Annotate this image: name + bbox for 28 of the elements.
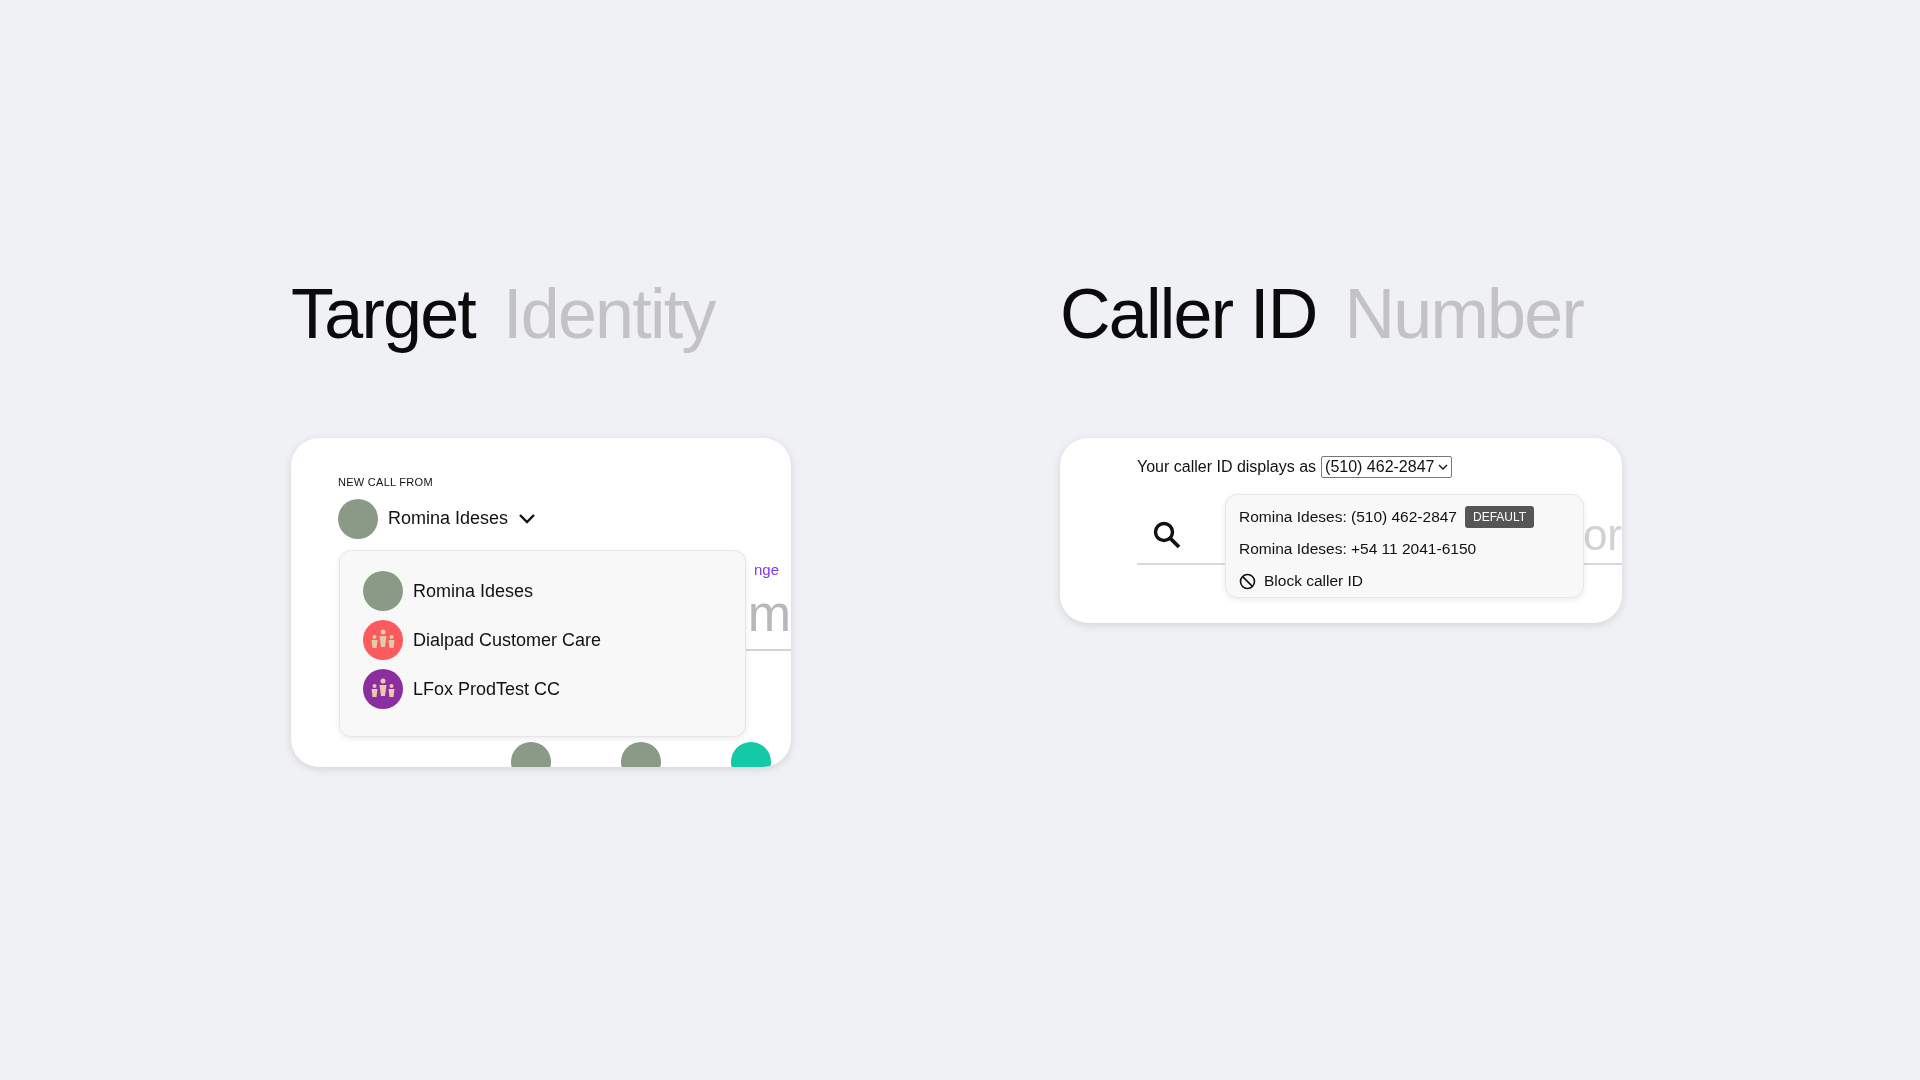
heading-title: Target	[291, 274, 476, 355]
identity-name: LFox ProdTest CC	[413, 677, 561, 701]
chevron-down-icon	[518, 512, 537, 525]
caller-id-option[interactable]: Romina Ideses: (510) 462-2847 DEFAULT	[1239, 503, 1535, 531]
identity-menu-item[interactable]: LFox ProdTest CC	[363, 669, 561, 709]
background-text: m	[747, 587, 791, 639]
caller-id-option[interactable]: Romina Ideses: +54 11 2041-6150	[1239, 535, 1477, 563]
default-badge: DEFAULT	[1465, 506, 1535, 528]
caller-id-select[interactable]: (510) 462-2847	[1321, 456, 1453, 478]
caller-id-option[interactable]: Block caller ID	[1239, 567, 1364, 595]
caller-id-prompt: Your caller ID displays as	[1137, 457, 1317, 477]
change-link[interactable]: nge	[753, 558, 779, 581]
people-icon	[370, 678, 396, 700]
avatar-placeholder	[363, 571, 403, 611]
section-label: NEW CALL FROM	[338, 475, 434, 490]
identity-menu-item[interactable]: Romina Ideses	[363, 571, 534, 611]
blocked-icon	[1239, 572, 1256, 590]
option-label: Romina Ideses: (510) 462-2847	[1239, 507, 1457, 528]
heading-title: Caller ID	[1060, 274, 1317, 355]
identity-name: Romina Ideses	[413, 579, 534, 603]
people-icon	[370, 629, 396, 651]
option-label: Block caller ID	[1264, 571, 1364, 592]
identity-selector[interactable]: Romina Ideses	[338, 498, 537, 539]
chevron-down-icon	[1438, 463, 1449, 471]
identity-name: Dialpad Customer Care	[413, 628, 602, 652]
search-icon	[1152, 520, 1182, 550]
avatar-placeholder	[338, 498, 378, 539]
identity-menu-item[interactable]: Dialpad Customer Care	[363, 620, 602, 660]
